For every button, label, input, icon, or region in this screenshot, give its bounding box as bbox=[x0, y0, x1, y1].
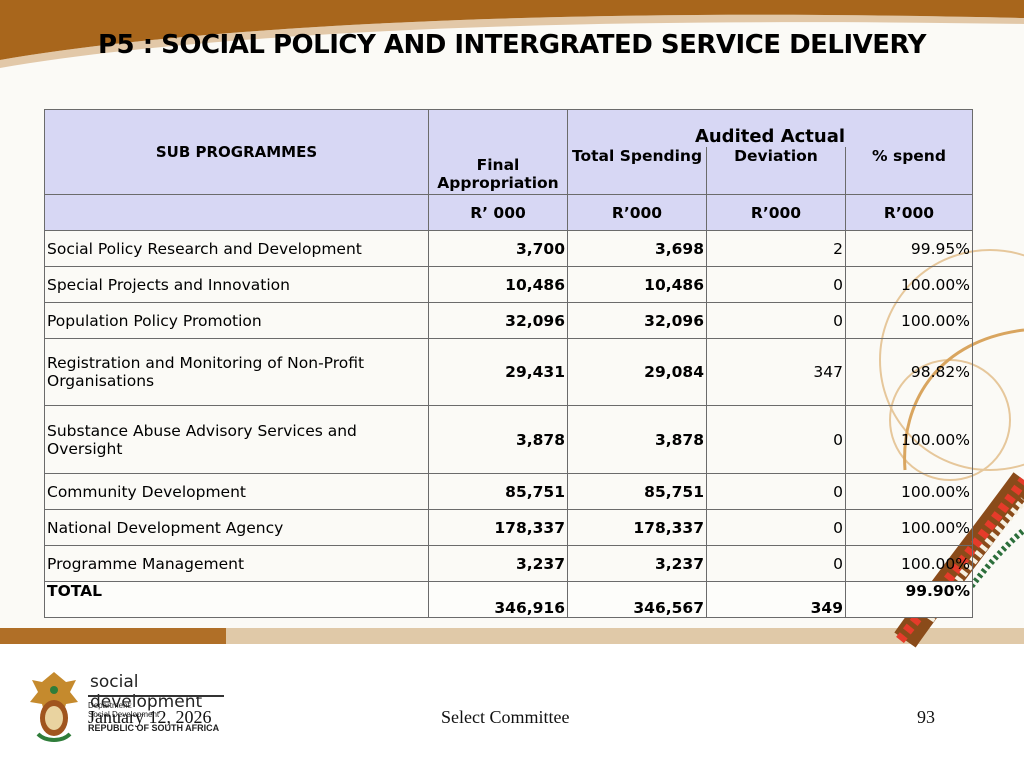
slide-title: P5 : SOCIAL POLICY AND INTERGRATED SERVI… bbox=[98, 30, 926, 60]
row-deviation: 0 bbox=[706, 473, 846, 510]
table-row: Special Projects and Innovation 10,486 1… bbox=[44, 266, 973, 303]
row-name: National Development Agency bbox=[44, 509, 429, 546]
row-spending: 85,751 bbox=[567, 473, 707, 510]
table-row: Substance Abuse Advisory Services and Ov… bbox=[44, 405, 973, 474]
header-units-blank bbox=[44, 194, 429, 231]
row-pct: 100.00% bbox=[845, 545, 973, 582]
row-pct: 100.00% bbox=[845, 473, 973, 510]
row-spending: 10,486 bbox=[567, 266, 707, 303]
unit-pct: R’000 bbox=[845, 194, 973, 231]
row-name: Community Development bbox=[44, 473, 429, 510]
header-pct-spend: % spend bbox=[845, 146, 973, 195]
row-deviation: 347 bbox=[706, 338, 846, 406]
table-row: National Development Agency 178,337 178,… bbox=[44, 509, 973, 546]
row-name: Special Projects and Innovation bbox=[44, 266, 429, 303]
row-name: Population Policy Promotion bbox=[44, 302, 429, 339]
row-name: Registration and Monitoring of Non-Profi… bbox=[44, 338, 429, 406]
row-final: 10,486 bbox=[428, 266, 568, 303]
unit-final: R’ 000 bbox=[428, 194, 568, 231]
total-spending: 346,567 bbox=[567, 581, 707, 618]
header-sub-programmes: SUB PROGRAMMES bbox=[44, 109, 429, 195]
row-spending: 3,878 bbox=[567, 405, 707, 474]
total-label: TOTAL bbox=[44, 581, 429, 618]
row-spending: 3,237 bbox=[567, 545, 707, 582]
row-deviation: 0 bbox=[706, 509, 846, 546]
row-pct: 99.95% bbox=[845, 230, 973, 267]
total-final: 346,916 bbox=[428, 581, 568, 618]
header-audited-actual: Audited Actual bbox=[567, 109, 973, 147]
footer-title: Select Committee bbox=[441, 707, 570, 727]
footer-date: January 12, 2026 bbox=[88, 707, 212, 727]
header-final-appropriation: Final Appropriation bbox=[428, 109, 568, 195]
header-total-spending: Total Spending bbox=[567, 146, 707, 195]
row-final: 32,096 bbox=[428, 302, 568, 339]
row-final: 3,237 bbox=[428, 545, 568, 582]
row-spending: 29,084 bbox=[567, 338, 707, 406]
row-deviation: 0 bbox=[706, 405, 846, 474]
table-row: Social Policy Research and Development 3… bbox=[44, 230, 973, 267]
row-name: Programme Management bbox=[44, 545, 429, 582]
row-spending: 32,096 bbox=[567, 302, 707, 339]
unit-spending: R’000 bbox=[567, 194, 707, 231]
total-pct: 99.90% bbox=[845, 581, 973, 618]
row-pct: 100.00% bbox=[845, 509, 973, 546]
row-final: 3,700 bbox=[428, 230, 568, 267]
row-spending: 3,698 bbox=[567, 230, 707, 267]
row-pct: 100.00% bbox=[845, 302, 973, 339]
row-spending: 178,337 bbox=[567, 509, 707, 546]
row-final: 3,878 bbox=[428, 405, 568, 474]
coat-of-arms-icon bbox=[30, 672, 78, 742]
unit-deviation: R’000 bbox=[706, 194, 846, 231]
row-final: 85,751 bbox=[428, 473, 568, 510]
row-deviation: 2 bbox=[706, 230, 846, 267]
row-deviation: 0 bbox=[706, 302, 846, 339]
row-final: 29,431 bbox=[428, 338, 568, 406]
row-pct: 100.00% bbox=[845, 266, 973, 303]
header-deviation: Deviation bbox=[706, 146, 846, 195]
row-name: Social Policy Research and Development bbox=[44, 230, 429, 267]
logo-divider bbox=[88, 695, 224, 697]
table-row: Population Policy Promotion 32,096 32,09… bbox=[44, 302, 973, 339]
table-row: Registration and Monitoring of Non-Profi… bbox=[44, 338, 973, 406]
table-row: Community Development 85,751 85,751 0 10… bbox=[44, 473, 973, 510]
row-pct: 100.00% bbox=[845, 405, 973, 474]
total-row: TOTAL 346,916 346,567 349 99.90% bbox=[44, 581, 973, 618]
table-row: Programme Management 3,237 3,237 0 100.0… bbox=[44, 545, 973, 582]
total-deviation: 349 bbox=[706, 581, 846, 618]
row-deviation: 0 bbox=[706, 545, 846, 582]
row-deviation: 0 bbox=[706, 266, 846, 303]
row-final: 178,337 bbox=[428, 509, 568, 546]
row-pct: 98.82% bbox=[845, 338, 973, 406]
row-name: Substance Abuse Advisory Services and Ov… bbox=[44, 405, 429, 474]
page-number: 93 bbox=[917, 707, 935, 727]
budget-table: SUB PROGRAMMES Final Appropriation Audit… bbox=[44, 109, 973, 618]
